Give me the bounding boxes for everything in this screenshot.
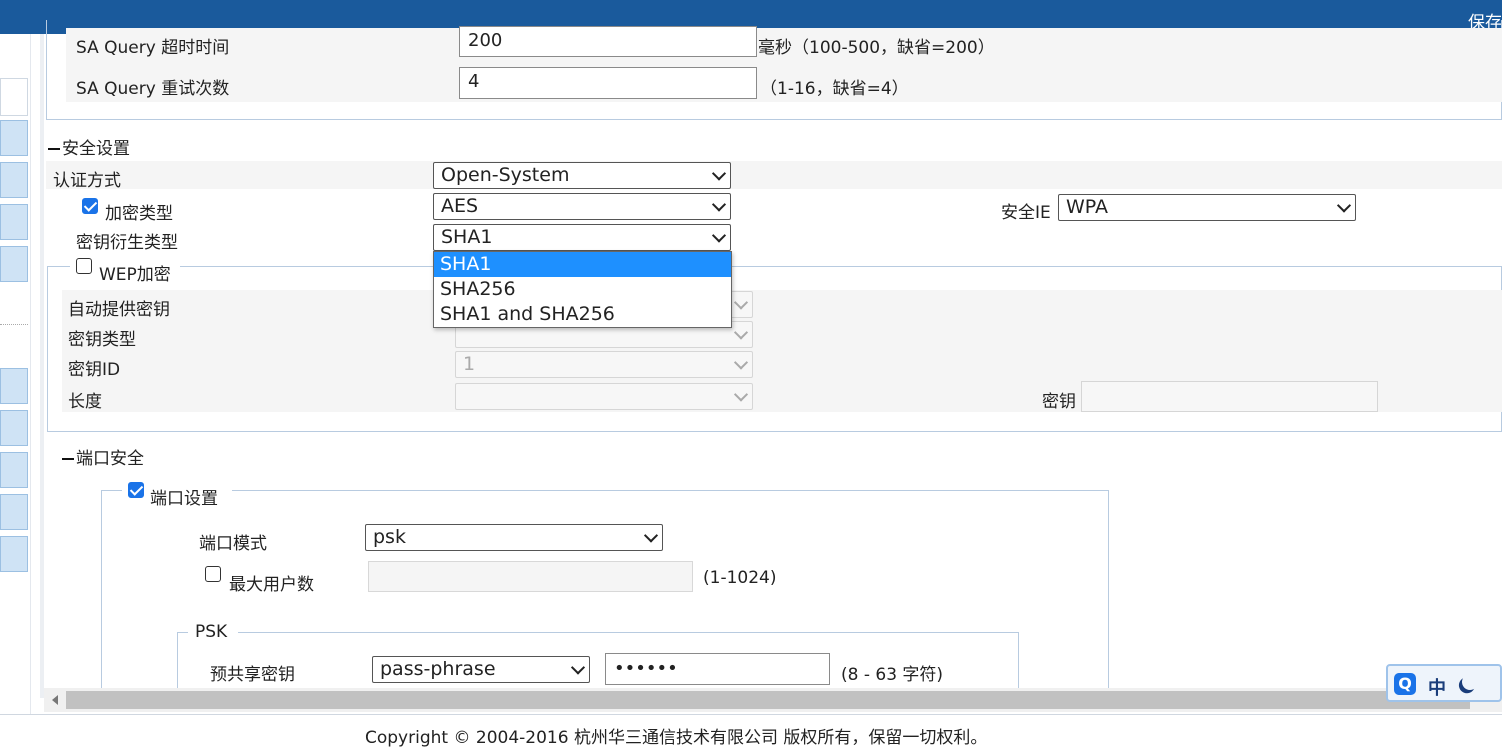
encryption-select[interactable]: AES xyxy=(433,193,731,220)
chevron-down-icon xyxy=(643,527,659,543)
ime-logo-icon: Q xyxy=(1394,673,1416,695)
nav-item[interactable] xyxy=(0,162,28,198)
nav-item[interactable] xyxy=(0,410,28,446)
left-nav xyxy=(0,34,31,714)
sa-query-retry-label: SA Query 重试次数 xyxy=(76,79,230,99)
port-mode-value: psk xyxy=(373,526,406,548)
auto-key-label: 自动提供密钥 xyxy=(68,300,170,320)
nav-item[interactable] xyxy=(0,452,28,488)
nav-item[interactable] xyxy=(0,120,28,156)
port-mode-select[interactable]: psk xyxy=(365,524,663,551)
security-ie-select[interactable]: WPA xyxy=(1058,194,1356,221)
port-mode-label: 端口模式 xyxy=(199,534,267,554)
max-users-input[interactable] xyxy=(368,561,693,592)
sa-query-timeout-label: SA Query 超时时间 xyxy=(76,38,230,58)
preshared-key-label: 预共享密钥 xyxy=(210,665,295,685)
chevron-down-icon xyxy=(733,386,749,402)
key-derivation-select-value: SHA1 xyxy=(441,226,493,248)
security-ie-select-value: WPA xyxy=(1066,196,1109,218)
sa-query-retry-hint: （1-16，缺省=4） xyxy=(760,79,909,99)
key-id-value: 1 xyxy=(463,353,476,375)
encryption-label: 加密类型 xyxy=(105,204,173,224)
preshared-key-type-select[interactable]: pass-phrase xyxy=(372,656,590,683)
auth-select[interactable]: Open-System xyxy=(433,162,731,189)
ime-mode-toggle[interactable]: 中 xyxy=(1428,674,1446,700)
moon-icon[interactable] xyxy=(1460,672,1481,693)
encryption-select-value: AES xyxy=(441,195,479,217)
chevron-down-icon xyxy=(733,324,749,340)
sa-query-timeout-input[interactable]: 200 xyxy=(459,26,757,57)
nav-divider xyxy=(0,324,28,325)
dropdown-option-sha256[interactable]: SHA256 xyxy=(434,277,731,302)
chevron-down-icon xyxy=(711,227,727,243)
auth-select-value: Open-System xyxy=(441,164,570,186)
wep-key-input[interactable] xyxy=(1081,381,1378,412)
dropdown-option-sha1-sha256[interactable]: SHA1 and SHA256 xyxy=(434,302,731,327)
ime-toolbar[interactable]: Q 中 xyxy=(1386,664,1502,702)
sa-query-timeout-hint: 毫秒（100-500，缺省=200） xyxy=(758,38,995,58)
port-security-title[interactable]: 端口安全 xyxy=(62,444,144,469)
chevron-down-icon xyxy=(733,354,749,370)
psk-title: PSK xyxy=(195,622,228,642)
auth-label: 认证方式 xyxy=(53,171,121,191)
nav-item[interactable] xyxy=(0,78,28,116)
nav-item[interactable] xyxy=(0,204,28,240)
security-ie-label: 安全IE xyxy=(1001,203,1051,223)
sa-query-retry-input[interactable]: 4 xyxy=(459,67,757,99)
port-settings-label: 端口设置 xyxy=(150,489,218,509)
nav-item[interactable] xyxy=(0,536,28,572)
key-derivation-select[interactable]: SHA1 xyxy=(433,224,731,251)
security-section-label: 安全设置 xyxy=(62,139,130,159)
encryption-checkbox[interactable] xyxy=(82,198,98,214)
wep-key-label: 密钥 xyxy=(1042,392,1076,412)
nav-item[interactable] xyxy=(0,246,28,282)
port-security-label: 端口安全 xyxy=(76,449,144,469)
max-users-label: 最大用户数 xyxy=(229,575,314,595)
security-section-title[interactable]: 安全设置 xyxy=(48,134,130,159)
nav-item[interactable] xyxy=(0,494,28,530)
dropdown-option-sha1[interactable]: SHA1 xyxy=(434,252,731,277)
copyright-text: Copyright © 2004-2016 杭州华三通信技术有限公司 版权所有，… xyxy=(365,728,988,748)
key-id-label: 密钥ID xyxy=(68,360,121,380)
max-users-checkbox[interactable] xyxy=(205,566,221,582)
collapse-icon xyxy=(62,458,74,460)
horizontal-scrollbar[interactable] xyxy=(44,688,1502,712)
key-derivation-label: 密钥衍生类型 xyxy=(76,233,178,253)
scrollbar-thumb[interactable] xyxy=(66,691,1470,709)
chevron-down-icon xyxy=(711,196,727,212)
wep-checkbox[interactable] xyxy=(76,258,92,274)
wep-title: WEP加密 xyxy=(99,265,171,285)
auth-row xyxy=(46,161,1502,189)
length-label: 长度 xyxy=(68,392,102,412)
chevron-down-icon xyxy=(1336,197,1352,213)
collapse-icon xyxy=(48,148,60,150)
preshared-key-hint: (8 - 63 字符) xyxy=(841,665,944,685)
preshared-key-type-value: pass-phrase xyxy=(380,658,496,680)
chevron-down-icon xyxy=(733,294,749,310)
chevron-down-icon xyxy=(711,165,727,181)
content-edge xyxy=(40,34,44,698)
key-type-label: 密钥类型 xyxy=(68,330,136,350)
key-id-select[interactable]: 1 xyxy=(455,351,753,378)
preshared-key-input[interactable]: •••••• xyxy=(605,653,830,685)
max-users-hint: (1-1024) xyxy=(703,568,777,588)
scroll-left-icon[interactable] xyxy=(52,695,58,705)
chevron-down-icon xyxy=(570,659,586,675)
footer: Copyright © 2004-2016 杭州华三通信技术有限公司 版权所有，… xyxy=(0,714,1502,748)
port-settings-checkbox[interactable] xyxy=(128,482,144,498)
key-derivation-dropdown: SHA1 SHA256 SHA1 and SHA256 xyxy=(433,251,732,328)
length-select[interactable] xyxy=(455,383,753,410)
nav-item[interactable] xyxy=(0,368,28,404)
